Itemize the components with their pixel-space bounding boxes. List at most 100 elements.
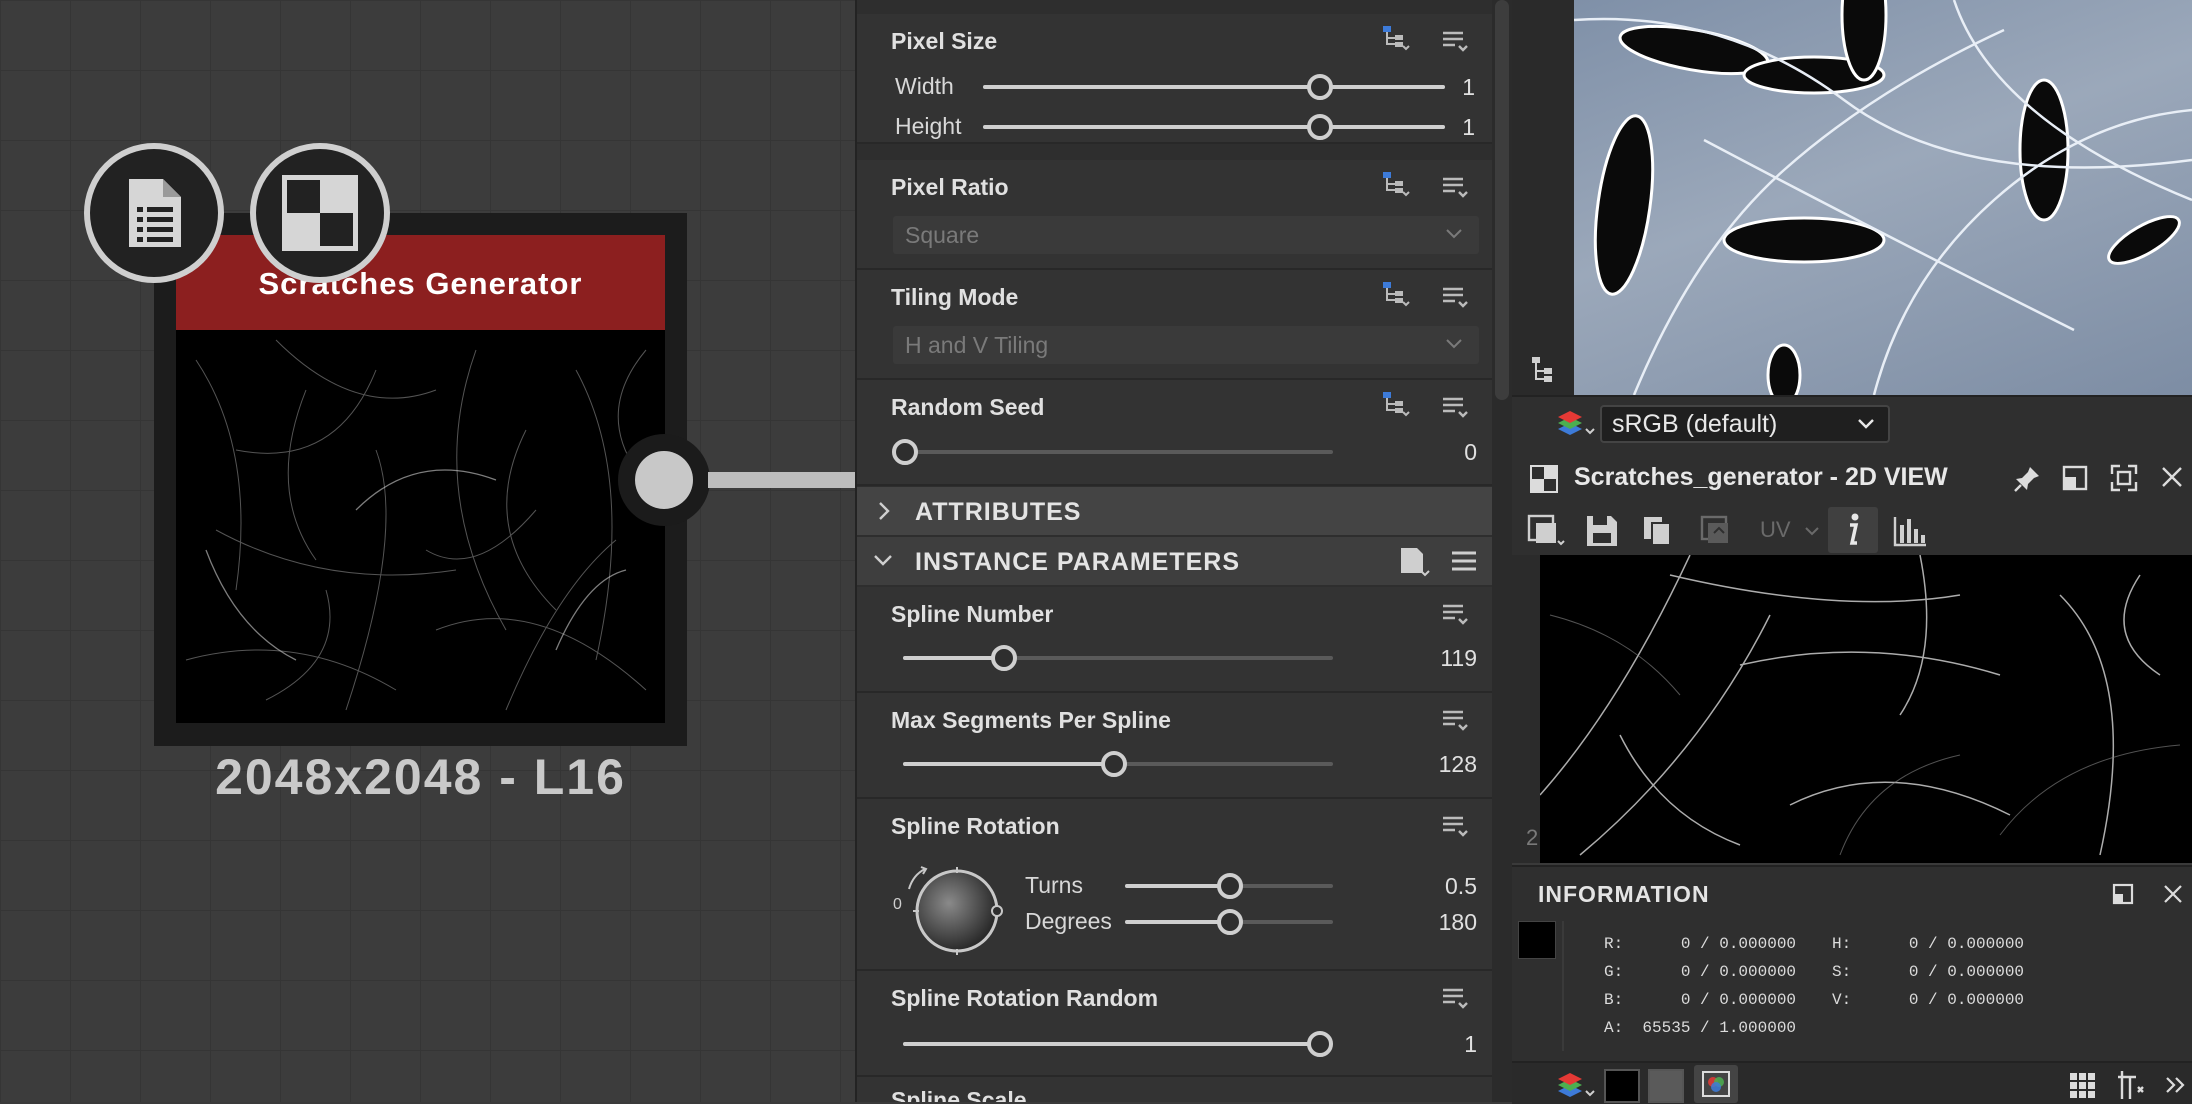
pixel-ratio-title: Pixel Ratio xyxy=(891,174,1009,200)
properties-panel: Pixel Size Width 1 Height 1 Pixel Ratio … xyxy=(855,0,1492,1102)
restore-window-icon[interactable] xyxy=(2112,883,2134,905)
degrees-label: Degrees xyxy=(1025,908,1112,934)
save-icon[interactable] xyxy=(1584,513,1620,549)
layers-icon[interactable] xyxy=(1556,407,1596,439)
compare-icon[interactable] xyxy=(1698,513,1734,549)
spline-rotation-random-title: Spline Rotation Random xyxy=(891,985,1159,1011)
hierarchy-icon[interactable] xyxy=(1381,24,1411,52)
spline-number-value[interactable]: 119 xyxy=(1397,645,1477,672)
hierarchy-icon[interactable] xyxy=(1381,280,1411,308)
spline-rotation-title: Spline Rotation xyxy=(891,813,1060,839)
tiling-mode-dropdown[interactable]: H and V Tiling xyxy=(893,326,1479,364)
bottom-toolbar xyxy=(1512,1061,2192,1104)
degrees-slider-fill xyxy=(1125,920,1229,924)
chevron-down-icon[interactable] xyxy=(1804,525,1820,537)
max-segments-slider-knob[interactable] xyxy=(1101,751,1127,777)
spline-number-slider-knob[interactable] xyxy=(991,645,1017,671)
connection-wire xyxy=(708,472,855,488)
random-seed-slider[interactable] xyxy=(903,450,1333,454)
spline-rotation-random-slider-knob[interactable] xyxy=(1307,1031,1333,1057)
checker-icon xyxy=(1530,465,1558,493)
hierarchy-icon[interactable] xyxy=(1381,170,1411,198)
grid-icon[interactable] xyxy=(2068,1071,2098,1099)
node-header[interactable]: Scratches Generator xyxy=(176,235,665,330)
section-tiling-mode: Tiling Mode H and V Tiling xyxy=(857,270,1492,380)
measure-icon[interactable] xyxy=(2116,1069,2150,1101)
section-spline-rotation-random: Spline Rotation Random 1 xyxy=(857,971,1492,1077)
info-toggle-button[interactable] xyxy=(1828,507,1878,553)
colorspace-dropdown[interactable]: sRGB (default) xyxy=(1600,405,1890,443)
menu-icon[interactable] xyxy=(1441,174,1471,200)
turns-label: Turns xyxy=(1025,872,1083,898)
list-menu-icon[interactable] xyxy=(1449,548,1479,576)
chevron-down-icon xyxy=(1858,419,1874,429)
turns-value[interactable]: 0.5 xyxy=(1397,873,1477,900)
section-spline-number: Spline Number 119 xyxy=(857,587,1492,693)
node-graph[interactable]: Scratches Generator 2048x2048 - L16 xyxy=(0,0,855,1102)
random-seed-value[interactable]: 0 xyxy=(1397,439,1477,466)
copy-icon[interactable] xyxy=(1640,513,1676,549)
pixel-ratio-value: Square xyxy=(905,222,980,248)
menu-icon[interactable] xyxy=(1441,985,1471,1011)
restore-window-icon[interactable] xyxy=(2062,465,2088,491)
checker-icon[interactable] xyxy=(250,143,390,283)
more-icon[interactable] xyxy=(2164,1075,2186,1095)
chevron-down-icon xyxy=(874,555,892,566)
2d-view-canvas[interactable] xyxy=(1540,555,2192,863)
width-label: Width xyxy=(895,73,954,99)
output-port[interactable] xyxy=(618,434,710,526)
menu-icon[interactable] xyxy=(1441,707,1471,733)
attributes-group[interactable]: ATTRIBUTES xyxy=(857,487,1492,535)
turns-slider-knob[interactable] xyxy=(1217,873,1243,899)
width-slider-knob[interactable] xyxy=(1307,74,1333,100)
3d-view[interactable] xyxy=(1512,0,2192,395)
fullscreen-icon[interactable] xyxy=(2110,464,2138,492)
menu-icon[interactable] xyxy=(1441,284,1471,310)
uv-label[interactable]: UV xyxy=(1760,517,1791,543)
node-thumbnail xyxy=(176,330,665,723)
section-spline-scale: Spline Scale xyxy=(857,1077,1492,1102)
turns-slider-fill xyxy=(1125,884,1229,888)
hierarchy-icon[interactable] xyxy=(1381,390,1411,418)
colorspace-bar: sRGB (default) xyxy=(1512,395,2192,449)
instance-parameters-group[interactable]: INSTANCE PARAMETERS xyxy=(857,537,1492,585)
information-titlebar: INFORMATION xyxy=(1512,865,2192,923)
height-slider-knob[interactable] xyxy=(1307,114,1333,140)
degrees-value[interactable]: 180 xyxy=(1397,909,1477,936)
close-icon[interactable] xyxy=(2162,883,2184,905)
chevron-right-icon xyxy=(879,502,890,520)
preset-icon[interactable] xyxy=(1397,545,1431,579)
properties-scrollbar[interactable] xyxy=(1492,0,1512,1102)
section-pixel-ratio: Pixel Ratio Square xyxy=(857,160,1492,270)
section-spline-rotation: Spline Rotation 0 Turns 0.5 Degrees 180 xyxy=(857,799,1492,971)
channels-button[interactable] xyxy=(1694,1065,1738,1103)
max-segments-value[interactable]: 128 xyxy=(1397,751,1477,778)
menu-icon[interactable] xyxy=(1441,394,1471,420)
export-icon[interactable] xyxy=(1526,513,1566,549)
height-slider-fill xyxy=(983,125,1445,129)
rotation-dial[interactable] xyxy=(901,861,1011,961)
gray-background-button[interactable] xyxy=(1648,1069,1684,1103)
pixel-ratio-dropdown[interactable]: Square xyxy=(893,216,1479,254)
3d-preview-image[interactable] xyxy=(1574,0,2192,395)
random-seed-title: Random Seed xyxy=(891,394,1045,420)
random-seed-slider-knob[interactable] xyxy=(892,439,918,465)
info-r: R: 0 / 0.000000 xyxy=(1604,935,1797,953)
document-icon[interactable] xyxy=(84,143,224,283)
pin-icon[interactable] xyxy=(2012,464,2042,494)
height-value[interactable]: 1 xyxy=(1395,114,1475,141)
spline-rotation-random-value[interactable]: 1 xyxy=(1397,1031,1477,1058)
node-resolution: 2048x2048 - L16 xyxy=(215,749,626,805)
hierarchy-icon[interactable] xyxy=(1530,355,1556,385)
menu-icon[interactable] xyxy=(1441,28,1471,54)
menu-icon[interactable] xyxy=(1441,601,1471,627)
degrees-slider-knob[interactable] xyxy=(1217,909,1243,935)
scratches-generator-node[interactable]: Scratches Generator xyxy=(154,213,687,746)
spline-scale-title: Spline Scale xyxy=(891,1087,1027,1102)
width-value[interactable]: 1 xyxy=(1395,74,1475,101)
close-icon[interactable] xyxy=(2160,465,2184,489)
menu-icon[interactable] xyxy=(1441,813,1471,839)
histogram-icon[interactable] xyxy=(1892,515,1928,547)
layers-icon[interactable] xyxy=(1556,1069,1596,1101)
black-background-button[interactable] xyxy=(1604,1069,1640,1103)
